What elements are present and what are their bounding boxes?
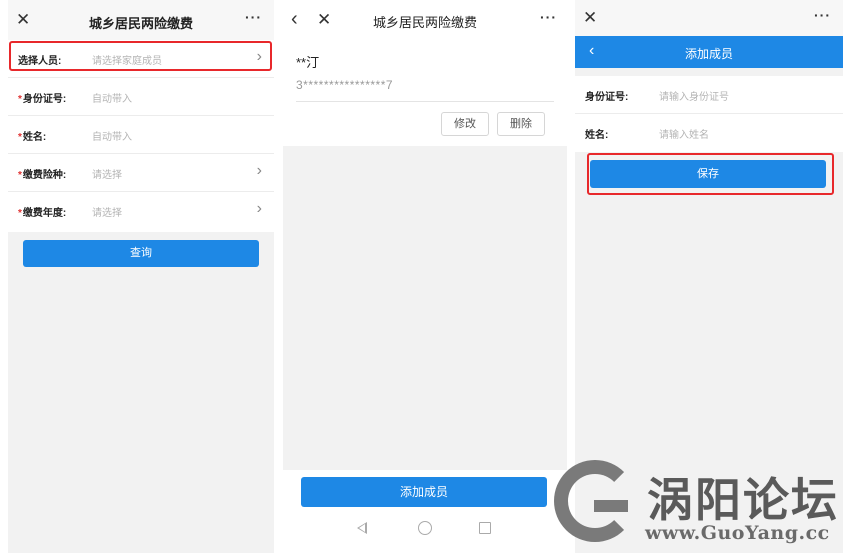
id-number-input[interactable]: 请输入身份证号 xyxy=(659,88,729,103)
top-bar: ✕ 城乡居民两险缴费 ··· xyxy=(8,0,274,40)
name-row: 姓名: 请输入姓名 xyxy=(575,114,843,152)
system-nav-bar xyxy=(283,520,567,546)
divider xyxy=(296,101,554,102)
chevron-right-icon: › xyxy=(256,200,262,217)
row-label: 身份证号: xyxy=(585,92,629,103)
page-title: 城乡居民两险缴费 xyxy=(88,16,193,31)
more-icon[interactable]: ··· xyxy=(245,9,262,25)
name-input[interactable]: 请输入姓名 xyxy=(659,126,709,141)
payment-year-row[interactable]: *缴费年度: 请选择 › xyxy=(8,192,274,230)
row-label: *缴费年度: xyxy=(18,208,67,219)
more-icon[interactable]: ··· xyxy=(540,9,557,25)
required-mark: * xyxy=(18,132,22,143)
header-title: 添加成员 xyxy=(684,47,733,61)
nav-home-icon[interactable] xyxy=(418,521,432,535)
screen-payment-form: ✕ 城乡居民两险缴费 ··· 选择人员: 请选择家庭成员 › *身份证号: 自动… xyxy=(8,0,274,553)
name-field: 自动带入 xyxy=(92,132,132,143)
id-number-row: *身份证号: 自动带入 xyxy=(8,78,274,116)
payment-year-select[interactable]: 请选择 xyxy=(92,204,122,219)
member-card: **汀 3****************7 修改 删除 xyxy=(283,40,567,146)
row-label: *缴费险种: xyxy=(18,170,67,181)
member-id: 3****************7 xyxy=(296,78,394,92)
add-member-button[interactable]: 添加成员 xyxy=(301,477,547,507)
query-button[interactable]: 查询 xyxy=(23,240,259,267)
highlight-save-button xyxy=(587,153,834,195)
nav-back-icon[interactable] xyxy=(357,522,367,534)
highlight-select-member xyxy=(9,41,272,71)
top-bar: ‹ ✕ 城乡居民两险缴费 ··· xyxy=(283,0,567,40)
close-icon[interactable]: ✕ xyxy=(583,9,597,27)
id-number-field: 自动带入 xyxy=(92,94,132,105)
watermark-url: www.GuoYang.cc xyxy=(645,522,830,544)
id-number-row: 身份证号: 请输入身份证号 xyxy=(575,76,843,114)
insurance-type-row[interactable]: *缴费险种: 请选择 › xyxy=(8,154,274,192)
delete-button[interactable]: 删除 xyxy=(497,112,545,136)
logo-g-icon xyxy=(554,460,636,542)
insurance-type-select[interactable]: 请选择 xyxy=(92,166,122,181)
top-bar: ✕ ··· xyxy=(575,0,843,36)
row-label: *姓名: xyxy=(18,132,47,143)
name-row: *姓名: 自动带入 xyxy=(8,116,274,154)
required-mark: * xyxy=(18,170,22,181)
watermark-text: 涡阳论坛 xyxy=(647,473,839,527)
add-member-form: 身份证号: 请输入身份证号 姓名: 请输入姓名 xyxy=(575,76,843,152)
member-name: **汀 xyxy=(296,55,320,70)
more-icon[interactable]: ··· xyxy=(814,7,831,23)
row-label: *身份证号: xyxy=(18,94,67,105)
edit-button[interactable]: 修改 xyxy=(441,112,489,136)
watermark-logo: 涡阳论坛 www.GuoYang.cc xyxy=(549,452,851,553)
required-mark: * xyxy=(18,208,22,219)
required-mark: * xyxy=(18,94,22,105)
page-title: 城乡居民两险缴费 xyxy=(372,15,477,30)
chevron-right-icon: › xyxy=(256,162,262,179)
bottom-area: 添加成员 xyxy=(283,470,567,553)
nav-recent-icon[interactable] xyxy=(479,522,491,534)
row-label: 姓名: xyxy=(585,130,609,141)
screen-member-list: ‹ ✕ 城乡居民两险缴费 ··· **汀 3****************7 … xyxy=(283,0,567,553)
header-bar: ‹ 添加成员 xyxy=(575,36,843,68)
